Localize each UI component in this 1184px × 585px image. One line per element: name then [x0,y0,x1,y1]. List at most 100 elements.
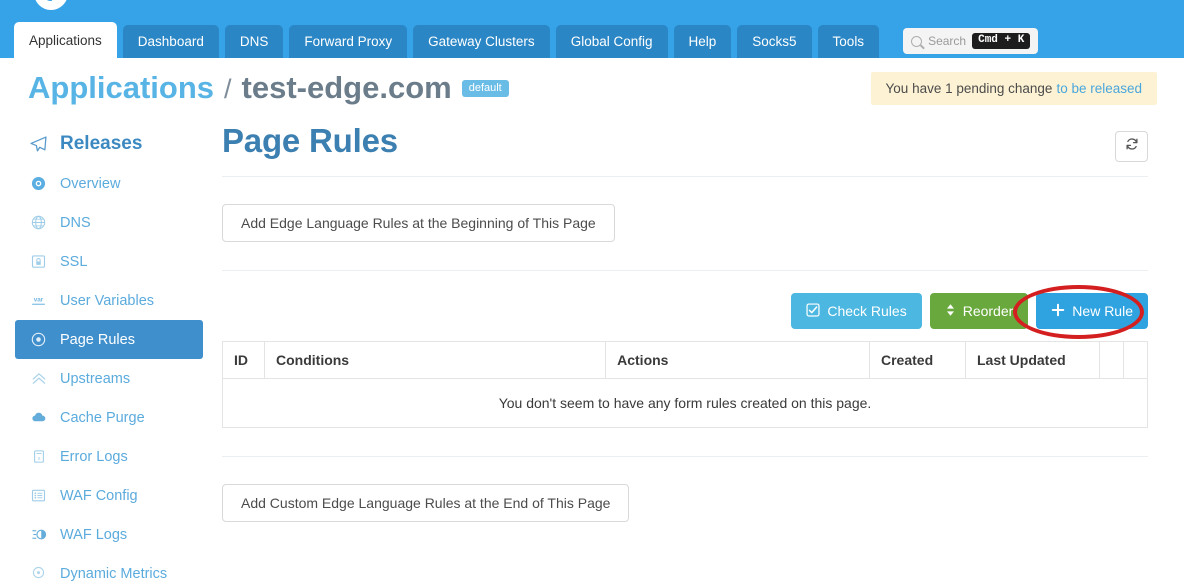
sidebar-item-error-logs[interactable]: x Error Logs [15,437,203,476]
refresh-icon [1125,137,1139,156]
table-actions-row: Check Rules Reorder New Rule [222,285,1148,339]
sidebar-item-label: Cache Purge [60,409,145,426]
table-empty-row: You don't seem to have any form rules cr… [222,378,1148,428]
check-rules-button[interactable]: Check Rules [791,293,922,329]
column-header-conditions: Conditions [263,341,607,379]
release-link[interactable]: to be released [1056,81,1142,96]
tab-label: Help [688,34,717,49]
tab-forward-proxy[interactable]: Forward Proxy [289,25,408,58]
checkbox-icon [806,302,820,320]
sidebar-item-waf-config[interactable]: WAF Config [15,476,203,515]
plus-icon [1051,303,1065,320]
brand-logo-icon[interactable] [34,0,68,10]
sidebar-item-waf-logs[interactable]: WAF Logs [15,515,203,554]
document-x-icon: x [30,448,47,465]
main-tab-bar: Applications Dashboard DNS Forward Proxy… [0,21,1039,58]
sidebar-heading-label: Releases [60,133,143,154]
page-rules-table: ID Conditions Actions Created Last Updat… [222,341,1148,428]
search-icon [911,35,923,47]
tab-global-config[interactable]: Global Config [555,25,668,58]
dial-icon [30,175,47,192]
reorder-button[interactable]: Reorder [929,293,1029,329]
tab-dns[interactable]: DNS [224,25,284,58]
tab-dashboard[interactable]: Dashboard [122,25,219,58]
sidebar-item-label: Upstreams [60,370,131,387]
sidebar-item-page-rules[interactable]: Page Rules [15,320,203,359]
tab-socks5[interactable]: Socks5 [737,25,812,58]
column-header-created: Created [869,341,966,379]
sidebar: Releases Overview DNS SSL var User Varia… [0,118,218,585]
sidebar-item-user-variables[interactable]: var User Variables [15,281,203,320]
sidebar-item-cache-purge[interactable]: Cache Purge [15,398,203,437]
svg-text:x: x [37,456,40,462]
tab-label: Gateway Clusters [428,34,535,49]
location-pin-icon [30,565,47,582]
sidebar-item-label: Dynamic Metrics [60,565,168,582]
sidebar-heading-releases: Releases [0,124,218,164]
breadcrumb-root-link[interactable]: Applications [28,70,214,106]
search-input[interactable]: Search Cmd + K [903,28,1039,54]
section-divider-bottom [222,456,1148,457]
section-divider-top [222,270,1148,271]
add-edge-rules-beginning-button[interactable]: Add Edge Language Rules at the Beginning… [222,204,615,242]
pending-change-text: You have 1 pending change [885,81,1053,96]
breadcrumb-separator: / [224,74,232,104]
new-rule-button[interactable]: New Rule [1036,293,1148,329]
top-bar: Applications Dashboard DNS Forward Proxy… [0,0,1184,58]
environment-badge: default [461,80,509,97]
sidebar-item-label: Error Logs [60,448,128,465]
tab-label: Dashboard [137,34,204,49]
waf-log-icon [30,526,47,543]
sidebar-item-label: Page Rules [60,331,135,348]
column-header-spacer-2 [1123,341,1148,379]
page-title-row: Page Rules [222,118,1148,177]
tab-label: Socks5 [752,34,797,49]
check-rules-label: Check Rules [827,303,907,319]
double-chevron-up-icon [30,370,47,387]
page-title: Page Rules [222,122,398,159]
tab-applications[interactable]: Applications [14,22,117,58]
sidebar-item-label: WAF Logs [60,526,128,543]
sidebar-item-label: WAF Config [60,487,138,504]
sidebar-item-ssl[interactable]: SSL [15,242,203,281]
tab-label: Applications [29,32,102,48]
reorder-label: Reorder [962,303,1014,319]
column-header-id: ID [222,341,265,379]
sidebar-item-dns[interactable]: DNS [15,203,203,242]
tab-label: DNS [239,34,269,49]
list-icon [30,487,47,504]
search-shortcut-badge: Cmd + K [972,33,1031,49]
tab-help[interactable]: Help [673,25,732,58]
main-content: Page Rules Add Edge Language Rules at th… [218,118,1184,585]
cloud-icon [30,409,47,426]
sidebar-item-label: DNS [60,214,91,231]
tab-gateway-clusters[interactable]: Gateway Clusters [413,25,550,58]
search-placeholder: Search [928,34,967,48]
page-body: Releases Overview DNS SSL var User Varia… [0,118,1184,585]
pending-change-notice: You have 1 pending change to be released [870,72,1157,105]
column-header-actions: Actions [605,341,870,379]
sidebar-item-overview[interactable]: Overview [15,164,203,203]
sort-updown-icon [945,303,956,320]
tab-label: Global Config [570,34,653,49]
breadcrumb-row: Applications / test-edge.com default You… [0,58,1184,118]
table-header: ID Conditions Actions Created Last Updat… [222,341,1148,379]
column-header-last-updated: Last Updated [965,341,1100,379]
add-custom-edge-rules-end-button[interactable]: Add Custom Edge Language Rules at the En… [222,484,630,522]
globe-icon [30,214,47,231]
table-empty-message: You don't seem to have any form rules cr… [222,378,1148,428]
sidebar-item-dynamic-metrics[interactable]: Dynamic Metrics [15,554,203,585]
sidebar-item-label: Overview [60,175,121,192]
tab-tools[interactable]: Tools [817,25,880,58]
certificate-lock-icon [30,253,47,270]
sidebar-item-label: User Variables [60,292,155,309]
refresh-button[interactable] [1115,131,1148,162]
table-header-row: ID Conditions Actions Created Last Updat… [222,341,1148,379]
tab-label: Forward Proxy [304,34,393,49]
var-icon: var [30,292,47,309]
table-body: You don't seem to have any form rules cr… [222,378,1148,428]
svg-text:var: var [34,296,44,303]
breadcrumb-current: test-edge.com [241,70,452,105]
sidebar-item-upstreams[interactable]: Upstreams [15,359,203,398]
column-header-spacer-1 [1099,341,1124,379]
